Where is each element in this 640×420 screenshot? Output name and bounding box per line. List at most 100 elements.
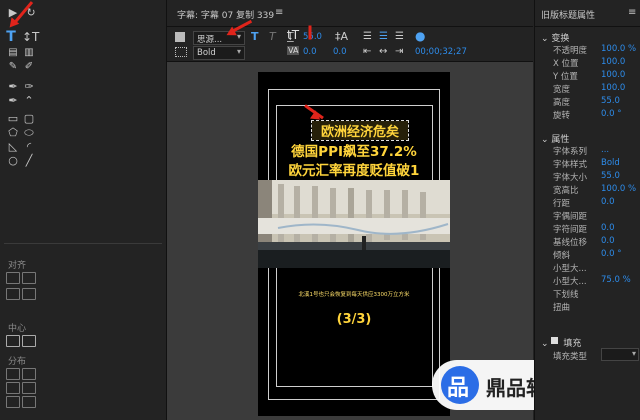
subtitle-line-1[interactable]: 欧洲经济危矣 [311, 120, 409, 141]
center-label: 中心 [8, 324, 27, 334]
wedge-tool-icon[interactable]: ◺ [6, 140, 20, 154]
property-label: 扭曲 [553, 303, 571, 313]
tracking-value[interactable]: 0.0 [303, 47, 317, 57]
property-value[interactable]: 0.0 [601, 223, 615, 233]
transform-section-toggle[interactable]: ⌄ 变换 [541, 31, 569, 44]
subtitle-line-3[interactable]: 欧元汇率再度贬值破1 [258, 159, 450, 179]
property-row: 字偶间距 [535, 210, 640, 223]
line-tool-icon[interactable]: ╱ [22, 154, 36, 168]
arc-tool-icon[interactable]: ◜ [22, 140, 36, 154]
clipped-rect-tool-icon[interactable]: ⬠ [6, 126, 20, 140]
align-right-text-icon[interactable]: ☰ [395, 31, 404, 42]
vertical-path-type-tool-icon[interactable]: ✐ [22, 60, 36, 74]
tab-right-icon[interactable]: ⇥ [395, 46, 403, 57]
rounded-rect-tool-icon[interactable]: ▢ [22, 112, 36, 126]
property-label: 字体系列 [553, 147, 588, 157]
center-horizontal-button[interactable] [6, 335, 20, 347]
path-type-tool-icon[interactable]: ✎ [6, 60, 20, 74]
area-type-tool-icon[interactable]: ▤ [6, 46, 20, 60]
property-row: 字体样式 Bold [535, 158, 640, 171]
property-label: 倾斜 [553, 251, 571, 261]
chevron-down-icon: ▾ [236, 47, 241, 56]
property-row: 不透明度 100.0 % [535, 44, 640, 57]
property-value[interactable]: 100.0 [601, 57, 625, 67]
distribute-center-button[interactable] [22, 368, 36, 380]
distribute-top-button[interactable] [22, 382, 36, 394]
tab-stops-icon[interactable] [175, 47, 187, 57]
font-family-select[interactable]: 思源... ▾ [193, 31, 245, 45]
caption-text[interactable]: 北溪1号也只会恢复到每天供应3300万立方米 [258, 290, 450, 298]
rectangle-tool-icon[interactable]: ▭ [6, 112, 20, 126]
rounded-corner-rect-tool-icon[interactable]: ⬭ [22, 126, 36, 140]
fill-section-toggle[interactable]: ⌄ 填充 [541, 336, 581, 349]
property-value[interactable]: 75.0 % [601, 275, 631, 285]
subtitle-line-2[interactable]: 德国PPI飙至37.2% [258, 140, 450, 160]
property-label: 字体大小 [553, 173, 588, 183]
page-indicator[interactable]: (3/3) [258, 312, 450, 327]
property-value[interactable]: 0.0 ° [601, 109, 621, 119]
property-value[interactable]: 100.0 % [601, 184, 636, 194]
property-value[interactable]: 100.0 % [601, 44, 636, 54]
building-photo [258, 180, 450, 268]
tab-title[interactable]: 字幕: 字幕 07 复制 339 [177, 8, 274, 21]
font-size-value[interactable]: 55.0 [303, 32, 322, 42]
props-title: 旧版标题属性 [541, 11, 596, 21]
pen-tool-icon[interactable]: ✒ [6, 80, 20, 94]
props-menu-icon[interactable]: ≡ [628, 7, 636, 18]
legacy-title-properties-panel: 旧版标题属性 ≡ ⌄ 变换 不透明度 100.0 % X 位置 100.0 Y 位置 10… [534, 0, 640, 420]
show-background-video-icon[interactable]: ● [415, 29, 425, 43]
property-row: X 位置 100.0 [535, 57, 640, 70]
tab-center-icon[interactable]: ↔ [379, 46, 387, 57]
tools-panel: ▶ ↻ T ↕T ▤ ▥ ✎ ✐ ✒ ✑ ✒ ⌃ ▭ ▢ ⬠ ⬭ ◺ ◜ ○ ╱… [0, 0, 167, 420]
property-row: 基线位移 0.0 [535, 236, 640, 249]
attr-section-toggle[interactable]: ⌄ 属性 [541, 132, 569, 145]
property-row: 小型大... [535, 262, 640, 275]
convert-anchor-tool-icon[interactable]: ⌃ [22, 94, 36, 108]
property-value[interactable]: 100.0 [601, 70, 625, 80]
italic-icon[interactable]: T [269, 30, 276, 43]
timecode[interactable]: 00;00;32;27 [415, 47, 467, 57]
font-size-icon: tT [287, 28, 300, 42]
property-value[interactable]: 0.0 [601, 236, 615, 246]
center-vertical-button[interactable] [22, 335, 36, 347]
align-center-text-icon[interactable]: ☰ [379, 31, 388, 42]
property-label: 宽高比 [553, 186, 579, 196]
font-style-select[interactable]: Bold ▾ [193, 46, 245, 60]
vertical-area-type-tool-icon[interactable]: ▥ [22, 46, 36, 60]
attr-section-label: 属性 [551, 135, 570, 145]
delete-anchor-tool-icon[interactable]: ✑ [22, 80, 36, 94]
vertical-type-tool-icon[interactable]: ↕T [22, 30, 39, 44]
roll-crawl-icon[interactable] [175, 32, 185, 42]
property-row: 字符间距 0.0 [535, 223, 640, 236]
align-top-button[interactable] [6, 288, 20, 300]
distribute-bottom-button[interactable] [22, 396, 36, 408]
property-row: 行距 0.0 [535, 197, 640, 210]
distribute-left-button[interactable] [6, 368, 20, 380]
tab-menu-icon[interactable]: ≡ [275, 7, 283, 18]
property-value[interactable]: 55.0 [601, 171, 620, 181]
property-value[interactable]: 0.0 ° [601, 249, 621, 259]
chevron-down-icon: ▾ [236, 32, 241, 41]
bold-icon[interactable]: T [251, 30, 259, 43]
ellipse-tool-icon[interactable]: ○ [6, 154, 20, 168]
leading-value[interactable]: 0.0 [333, 47, 347, 57]
property-value[interactable]: 0.0 [601, 197, 615, 207]
fill-checkbox[interactable] [551, 337, 558, 344]
tab-left-icon[interactable]: ⇤ [363, 46, 371, 57]
property-label: 小型大... [553, 264, 587, 274]
property-value[interactable]: Bold [601, 158, 620, 168]
property-value[interactable]: 55.0 [601, 96, 620, 106]
add-anchor-tool-icon[interactable]: ✒ [6, 94, 20, 108]
align-left-button[interactable] [6, 272, 20, 284]
property-value[interactable]: 100.0 [601, 83, 625, 93]
align-middle-button[interactable] [22, 288, 36, 300]
align-left-text-icon[interactable]: ☰ [363, 31, 372, 42]
property-value[interactable]: ... [601, 145, 609, 155]
type-tool-icon[interactable]: T [4, 30, 18, 44]
distribute-right-button[interactable] [6, 382, 20, 394]
chevron-down-icon: ▾ [631, 349, 636, 358]
fill-type-select[interactable]: ▾ [601, 348, 639, 361]
distribute-middle-button[interactable] [6, 396, 20, 408]
title-tab-bar: 字幕: 字幕 07 复制 339 ≡ [167, 0, 533, 27]
align-center-button[interactable] [22, 272, 36, 284]
